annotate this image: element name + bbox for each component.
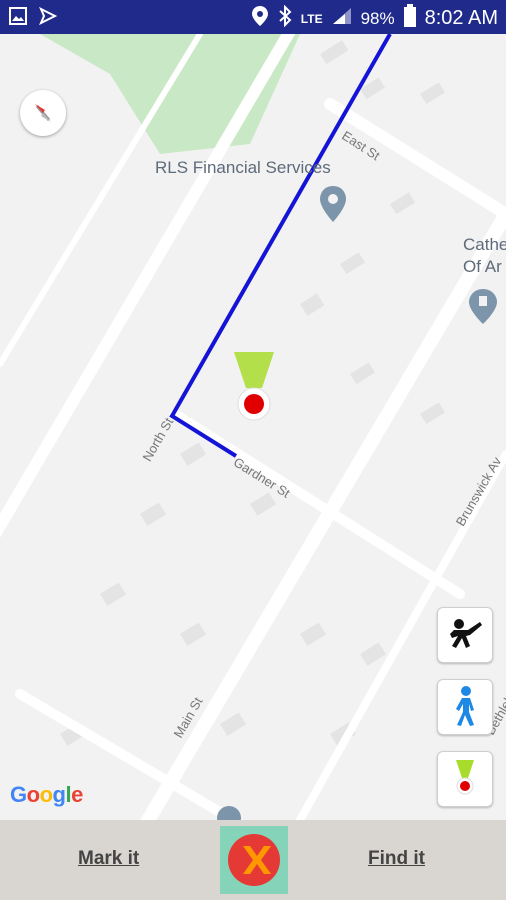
status-bar: LTE 98% 8:02 AM [0,0,506,34]
close-x-icon [228,834,280,886]
walking-person-icon [456,686,474,726]
google-logo: Google [10,782,83,807]
battery-percent: 98% [360,8,395,28]
map-view[interactable]: RLS Financial Services Cathe Of Ar East … [0,34,506,820]
marker-beam-icon [456,760,474,795]
marker-beam-button[interactable] [437,751,493,807]
church-pin-icon [469,289,497,324]
compass-icon [35,104,51,122]
image-icon [8,6,28,31]
place-pin-icon [320,186,346,222]
user-location-marker[interactable] [234,352,274,421]
map-canvas [0,34,506,820]
walking-person-button[interactable] [437,679,493,735]
place-label: Cathe Of Ar [463,235,506,276]
place-label: RLS Financial Services [155,158,331,177]
send-icon [38,6,58,31]
compass-button[interactable] [20,90,66,136]
bluetooth-icon [277,4,293,32]
network-badge: LTE [300,11,323,26]
mark-it-button[interactable]: Mark it [78,848,139,870]
find-it-button[interactable]: Find it [368,848,425,870]
bottom-bar: Mark it Find it [0,820,506,900]
signal-icon [331,6,353,31]
battery-icon [403,4,417,33]
close-x-button[interactable] [220,826,288,894]
pointing-person-icon [450,619,482,648]
clock: 8:02 AM [424,7,498,29]
location-icon [251,5,269,32]
pointing-person-button[interactable] [437,607,493,663]
